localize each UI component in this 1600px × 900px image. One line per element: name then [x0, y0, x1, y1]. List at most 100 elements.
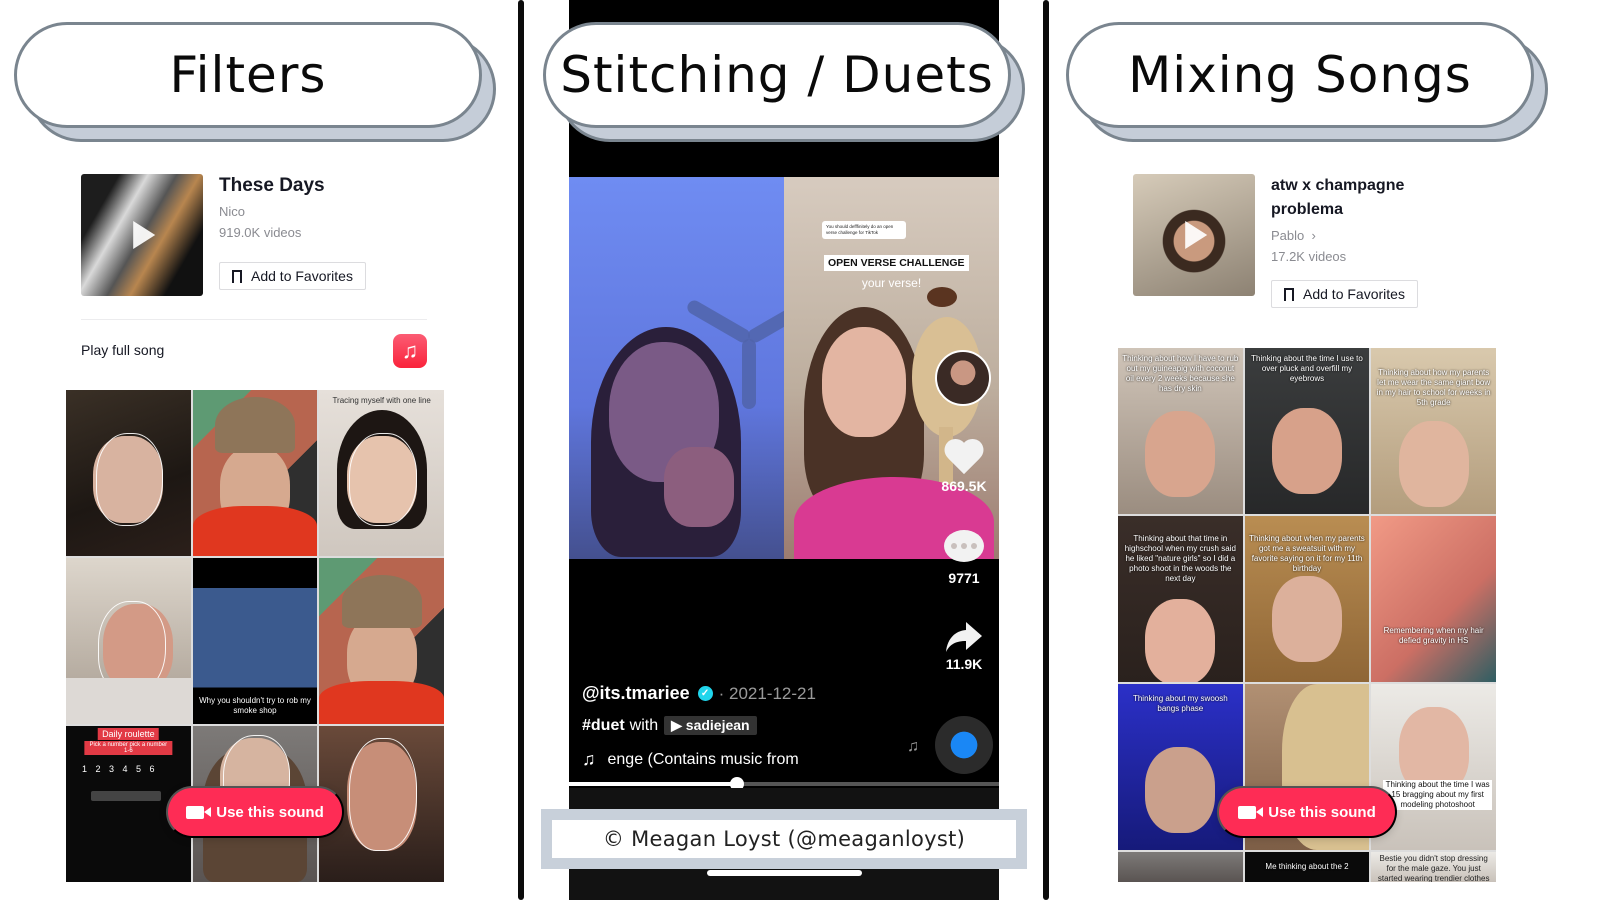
sound-artist[interactable]: Nico — [219, 204, 366, 219]
share-icon — [944, 620, 984, 654]
chevron-right-icon: › — [1307, 228, 1316, 243]
reply-comment-bubble: You should defffinitely do an open verse… — [822, 221, 906, 239]
share-count: 11.9K — [945, 656, 983, 672]
fan-blade — [745, 297, 784, 346]
heading-text: Filters — [169, 46, 327, 104]
verified-badge-icon: ✓ — [697, 686, 713, 701]
face — [822, 327, 906, 437]
tile-caption: Thinking about my swoosh bangs phase — [1132, 694, 1228, 713]
face — [1145, 747, 1216, 834]
video-tile[interactable]: Thinking about how I have to rub out my … — [1118, 348, 1243, 514]
tile-caption: Thinking about how my parents let me wea… — [1376, 368, 1491, 407]
comment-button[interactable]: 9771 — [929, 530, 999, 586]
video-tile[interactable]: Remembering when my hair defied gravity … — [1371, 516, 1496, 682]
play-icon[interactable] — [1185, 221, 1208, 249]
heading-pill-duets: Stitching / Duets — [543, 22, 1025, 142]
video-tile[interactable] — [192, 390, 318, 556]
tile-caption: Thinking about that time in highschool w… — [1124, 534, 1236, 583]
face — [1272, 575, 1342, 663]
apple-music-icon[interactable]: ♫ — [393, 334, 427, 368]
video-tile[interactable]: Bestie you didn't stop dressing for the … — [1371, 852, 1496, 882]
roulette-sub: Pick a number pick a number 1-6 — [84, 741, 172, 755]
sound-title: These Days — [219, 175, 325, 196]
video-tile[interactable]: Thinking about how my parents let me wea… — [1371, 348, 1496, 514]
tile-caption: Thinking about the time I was 15 braggin… — [1383, 780, 1492, 811]
duet-partner-name: sadiejean — [685, 717, 750, 733]
author-line: @its.tmariee ✓ · 2021-12-21 — [582, 683, 816, 704]
guitar — [927, 287, 957, 307]
face — [1145, 599, 1216, 682]
video-count: 17.2K videos — [1271, 249, 1347, 264]
floating-note-icon: ♫ — [907, 738, 919, 755]
roulette-numbers: 1 2 3 4 5 6 — [82, 764, 158, 774]
video-tile[interactable]: Tracing myself with one line — [319, 390, 444, 556]
video-progress-bar[interactable] — [569, 777, 999, 791]
sound-cover[interactable] — [1133, 174, 1255, 296]
video-tile[interactable]: Why you shouldn't try to rob my smoke sh… — [192, 558, 318, 724]
music-note-icon: ♫ — [582, 749, 596, 769]
tile-caption: Thinking about how I have to rub out my … — [1122, 354, 1239, 393]
author-handle[interactable]: @its.tmariee — [582, 683, 690, 704]
duet-left-video[interactable] — [569, 177, 784, 559]
red-jacket — [192, 506, 318, 556]
video-tile[interactable] — [66, 390, 191, 556]
sound-artist[interactable]: Pablo › — [1271, 228, 1421, 243]
sound-header: These Days Nico 919.0K videos Add to Fav… — [81, 174, 366, 296]
overlay-subtitle: your verse! — [861, 276, 922, 290]
pill: Mixing Songs — [1066, 22, 1534, 128]
filter-outline — [95, 433, 164, 527]
add-to-favorites-label: Add to Favorites — [1303, 286, 1405, 302]
like-count: 869.5K — [941, 478, 987, 494]
video-tile[interactable]: Me thinking about the 2 — [1244, 852, 1370, 882]
like-button[interactable]: 869.5K — [929, 440, 999, 494]
creator-avatar[interactable] — [935, 350, 991, 406]
overlay-title: OPEN VERSE CHALLENGE — [824, 255, 969, 271]
pill: Stitching / Duets — [543, 22, 1011, 128]
video-tile[interactable] — [66, 558, 191, 724]
video-camera-icon — [186, 805, 212, 819]
tile-caption: Remembering when my hair defied gravity … — [1383, 625, 1484, 645]
add-to-favorites-button[interactable]: Add to Favorites — [1271, 280, 1418, 308]
duet-partner-chip[interactable]: ▶ sadiejean — [664, 716, 757, 735]
face — [1272, 407, 1342, 495]
red-jacket — [319, 680, 444, 724]
video-tile[interactable] — [1118, 852, 1243, 882]
fan-blade — [742, 339, 756, 409]
share-button[interactable]: 11.9K — [929, 620, 999, 672]
home-indicator — [707, 870, 862, 876]
add-to-favorites-button[interactable]: Add to Favorites — [219, 262, 366, 290]
heading-pill-mixing: Mixing Songs — [1066, 22, 1548, 142]
video-tile[interactable]: Thinking about that time in highschool w… — [1118, 516, 1243, 682]
use-this-sound-button[interactable]: Use this sound — [166, 786, 344, 838]
music-disc[interactable] — [935, 716, 993, 774]
video-tile[interactable] — [319, 558, 444, 724]
hands — [664, 447, 734, 527]
sound-meta: atw x champagne problema Pablo › 17.2K v… — [1271, 174, 1421, 308]
tile-caption: Why you shouldn't try to rob my smoke sh… — [199, 696, 311, 715]
progress-fill — [569, 782, 737, 786]
album-cover[interactable] — [81, 174, 203, 296]
bowl-hair — [341, 574, 422, 628]
duet-hashtag[interactable]: #duet — [582, 717, 625, 735]
filter-outline — [349, 738, 417, 851]
bowl-hair — [215, 396, 295, 454]
sound-title: atw x champagne problema — [1271, 177, 1405, 218]
face — [1398, 421, 1469, 508]
bookmark-icon — [1284, 287, 1294, 306]
tile-caption: Thinking about the time I use to over pl… — [1251, 354, 1363, 383]
tile-caption: Tracing myself with one line — [332, 396, 431, 405]
play-icon[interactable] — [133, 221, 156, 249]
pill: Filters — [14, 22, 482, 128]
video-tile[interactable]: Thinking about when my parents got me a … — [1244, 516, 1370, 682]
play-full-song-label[interactable]: Play full song — [81, 342, 164, 358]
music-ticker[interactable]: ♫ enge (Contains music from — [582, 749, 799, 770]
duet-caption: #duet with ▶ sadiejean — [582, 716, 757, 735]
use-this-sound-button[interactable]: Use this sound — [1217, 786, 1397, 838]
sound-meta: These Days Nico 919.0K videos Add to Fav… — [219, 174, 366, 296]
credit-banner: © Meagan Loyst (@meaganloyst) — [541, 809, 1027, 869]
sound-header: atw x champagne problema Pablo › 17.2K v… — [1133, 174, 1421, 308]
tile-caption: Bestie you didn't stop dressing for the … — [1377, 854, 1490, 882]
tile-caption: Thinking about when my parents got me a … — [1249, 534, 1365, 573]
video-tile[interactable]: Thinking about the time I use to over pl… — [1244, 348, 1370, 514]
tile-caption: Me thinking about the 2 — [1265, 862, 1349, 871]
